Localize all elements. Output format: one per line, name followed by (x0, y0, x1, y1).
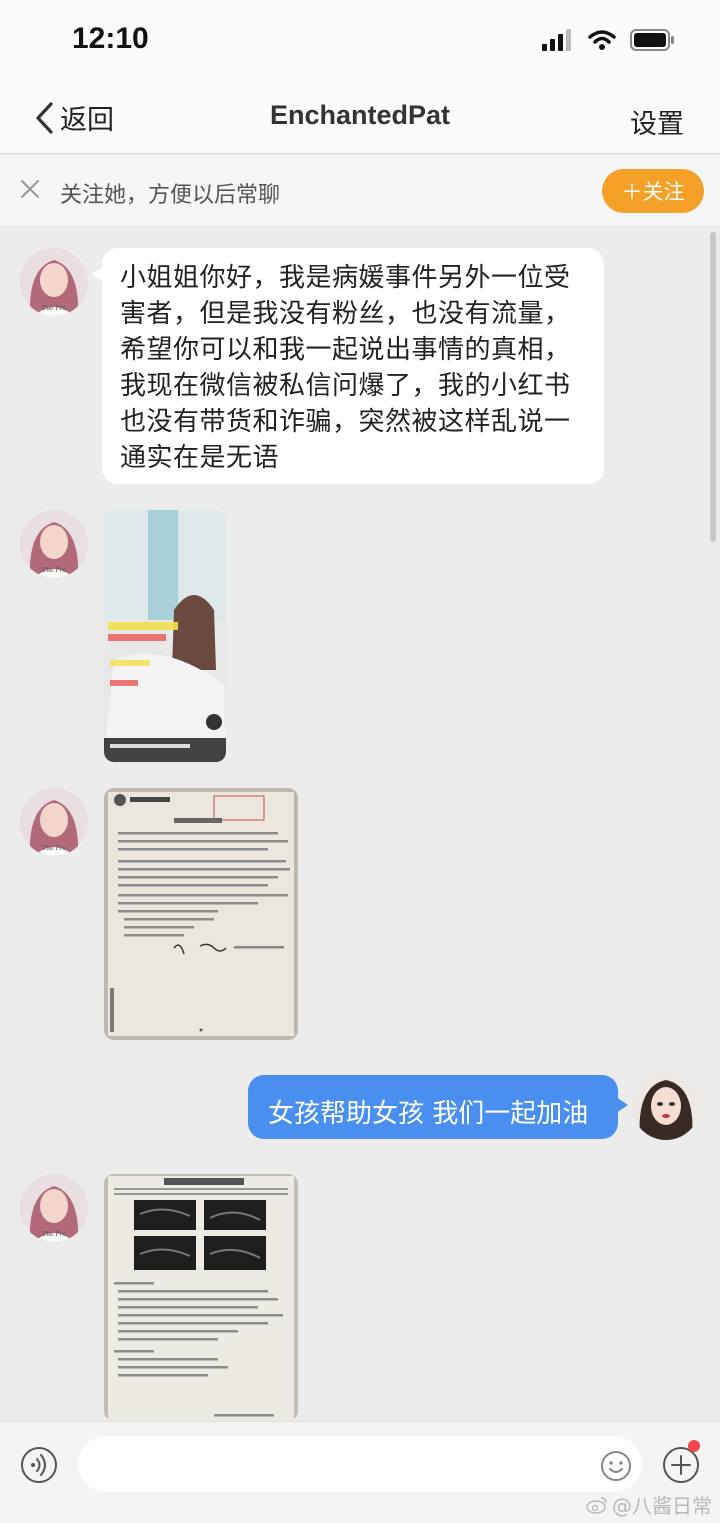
message-input[interactable] (78, 1436, 642, 1492)
svg-text:The Pre: The Pre (42, 305, 66, 312)
weibo-logo-icon (586, 1496, 607, 1514)
follow-button[interactable]: ＋关注 (602, 169, 704, 213)
sender-avatar[interactable]: The Pre (20, 1174, 88, 1242)
notification-dot (688, 1440, 700, 1452)
message-text: 小姐姐你好，我是病媛事件另外一位受 害者，但是我没有粉丝，也没有流量， 希望你可… (120, 263, 571, 473)
status-time: 12:10 (72, 22, 149, 55)
voice-icon (21, 1447, 57, 1483)
watermark: @八酱日常 (586, 1490, 712, 1519)
svg-text:The Pre: The Pre (42, 1231, 66, 1238)
chat-list: The Pre 小姐姐你好，我是病媛事件另外一位受 害者，但是我没有粉丝，也没有… (0, 228, 720, 1421)
signal-icon (542, 29, 571, 51)
message-bubble[interactable]: 小姐姐你好，我是病媛事件另外一位受 害者，但是我没有粉丝，也没有流量， 希望你可… (92, 248, 604, 484)
input-bar: @八酱日常 (0, 1421, 720, 1523)
settings-button[interactable]: 设置 (630, 102, 684, 141)
follow-prompt: 关注她，方便以后常聊 (60, 183, 281, 208)
smiley-icon (601, 1451, 631, 1481)
more-button[interactable] (662, 1446, 700, 1488)
emoji-button[interactable] (600, 1450, 632, 1486)
close-icon[interactable] (20, 179, 40, 203)
image-message-video[interactable] (104, 510, 226, 762)
svg-text:The Pre: The Pre (42, 567, 66, 574)
image-message-report[interactable] (104, 1174, 298, 1421)
page-title: EnchantedPat (269, 100, 451, 130)
watermark-text: @八酱日常 (612, 1494, 712, 1518)
message-bubble-outgoing[interactable]: 女孩帮助女孩 我们一起加油 (248, 1075, 628, 1139)
sender-avatar[interactable]: The Pre (20, 248, 88, 316)
svg-text:The Pre: The Pre (42, 845, 66, 852)
status-bar: 12:10 (0, 0, 720, 80)
wifi-icon (588, 30, 616, 50)
nav-bar: 返回 EnchantedPat 设置 (0, 80, 720, 154)
sender-avatar[interactable]: The Pre (20, 510, 88, 578)
follow-banner: 关注她，方便以后常聊 ＋关注 (0, 155, 720, 227)
status-icons (542, 28, 676, 52)
battery-icon (630, 29, 674, 51)
voice-button[interactable] (20, 1446, 58, 1488)
my-avatar[interactable] (632, 1072, 700, 1140)
sender-avatar[interactable]: The Pre (20, 788, 88, 856)
image-message-document[interactable] (104, 788, 298, 1040)
message-text: 女孩帮助女孩 我们一起加油 (268, 1099, 589, 1129)
scrollbar[interactable] (710, 232, 716, 542)
